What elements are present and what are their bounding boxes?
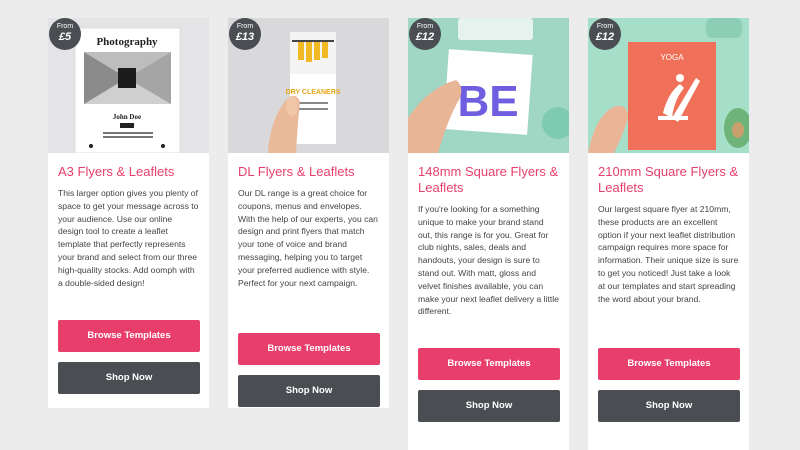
flyer-heading-text: Photography: [96, 36, 158, 48]
price-badge: From £13: [229, 18, 261, 50]
card-description: If you're looking for a something unique…: [418, 204, 559, 317]
product-image-210mm[interactable]: From £12 YOGA: [588, 18, 749, 153]
flyer-name-text: John Doe: [113, 113, 141, 121]
shop-now-button[interactable]: Shop Now: [238, 375, 380, 407]
flyer-heading-text: DRY CLEANERS: [286, 89, 341, 96]
browse-templates-button[interactable]: Browse Templates: [58, 320, 200, 352]
browse-templates-button[interactable]: Browse Templates: [418, 348, 560, 380]
card-title[interactable]: DL Flyers & Leaflets: [238, 164, 379, 180]
price-amount: £12: [415, 31, 435, 43]
product-image-dl[interactable]: From £13 DRY CLEANERS: [228, 18, 389, 153]
card-description: This larger option gives you plenty of s…: [58, 188, 199, 288]
flyer-heading-text: BE: [457, 77, 518, 126]
product-card-dl: From £13 DRY CLEANERS DL Flyers & Leafle…: [228, 18, 389, 408]
browse-templates-button[interactable]: Browse Templates: [598, 348, 740, 380]
price-badge: From £12: [589, 18, 621, 50]
shop-now-button[interactable]: Shop Now: [418, 390, 560, 422]
card-description: Our largest square flyer at 210mm, these…: [598, 204, 739, 304]
price-from-label: From: [236, 23, 254, 30]
shop-now-button[interactable]: Shop Now: [58, 362, 200, 394]
price-amount: £13: [235, 31, 255, 43]
product-image-148mm[interactable]: From £12 BE: [408, 18, 569, 153]
product-card-148mm: From £12 BE 148mm Square Flyers & Leafle…: [408, 18, 569, 450]
card-description: Our DL range is a great choice for coupo…: [238, 188, 378, 288]
card-title[interactable]: 148mm Square Flyers & Leaflets: [418, 164, 559, 196]
price-badge: From £5: [49, 18, 81, 50]
card-title[interactable]: 210mm Square Flyers & Leaflets: [598, 164, 739, 196]
flyer-heading-text: YOGA: [660, 53, 684, 62]
product-image-a3[interactable]: From £5 Photography John Doe: [48, 18, 209, 153]
price-from-label: From: [596, 23, 614, 30]
price-from-label: From: [56, 23, 74, 30]
price-amount: £5: [58, 31, 72, 43]
card-title[interactable]: A3 Flyers & Leaflets: [58, 164, 199, 180]
shop-now-button[interactable]: Shop Now: [598, 390, 740, 422]
product-card-a3: From £5 Photography John Doe A3 Flyers &…: [48, 18, 209, 408]
browse-templates-button[interactable]: Browse Templates: [238, 333, 380, 365]
price-badge: From £12: [409, 18, 441, 50]
price-from-label: From: [416, 23, 434, 30]
product-card-210mm: From £12 YOGA 210mm Square Flyers & Leaf…: [588, 18, 749, 450]
price-amount: £12: [595, 31, 615, 43]
